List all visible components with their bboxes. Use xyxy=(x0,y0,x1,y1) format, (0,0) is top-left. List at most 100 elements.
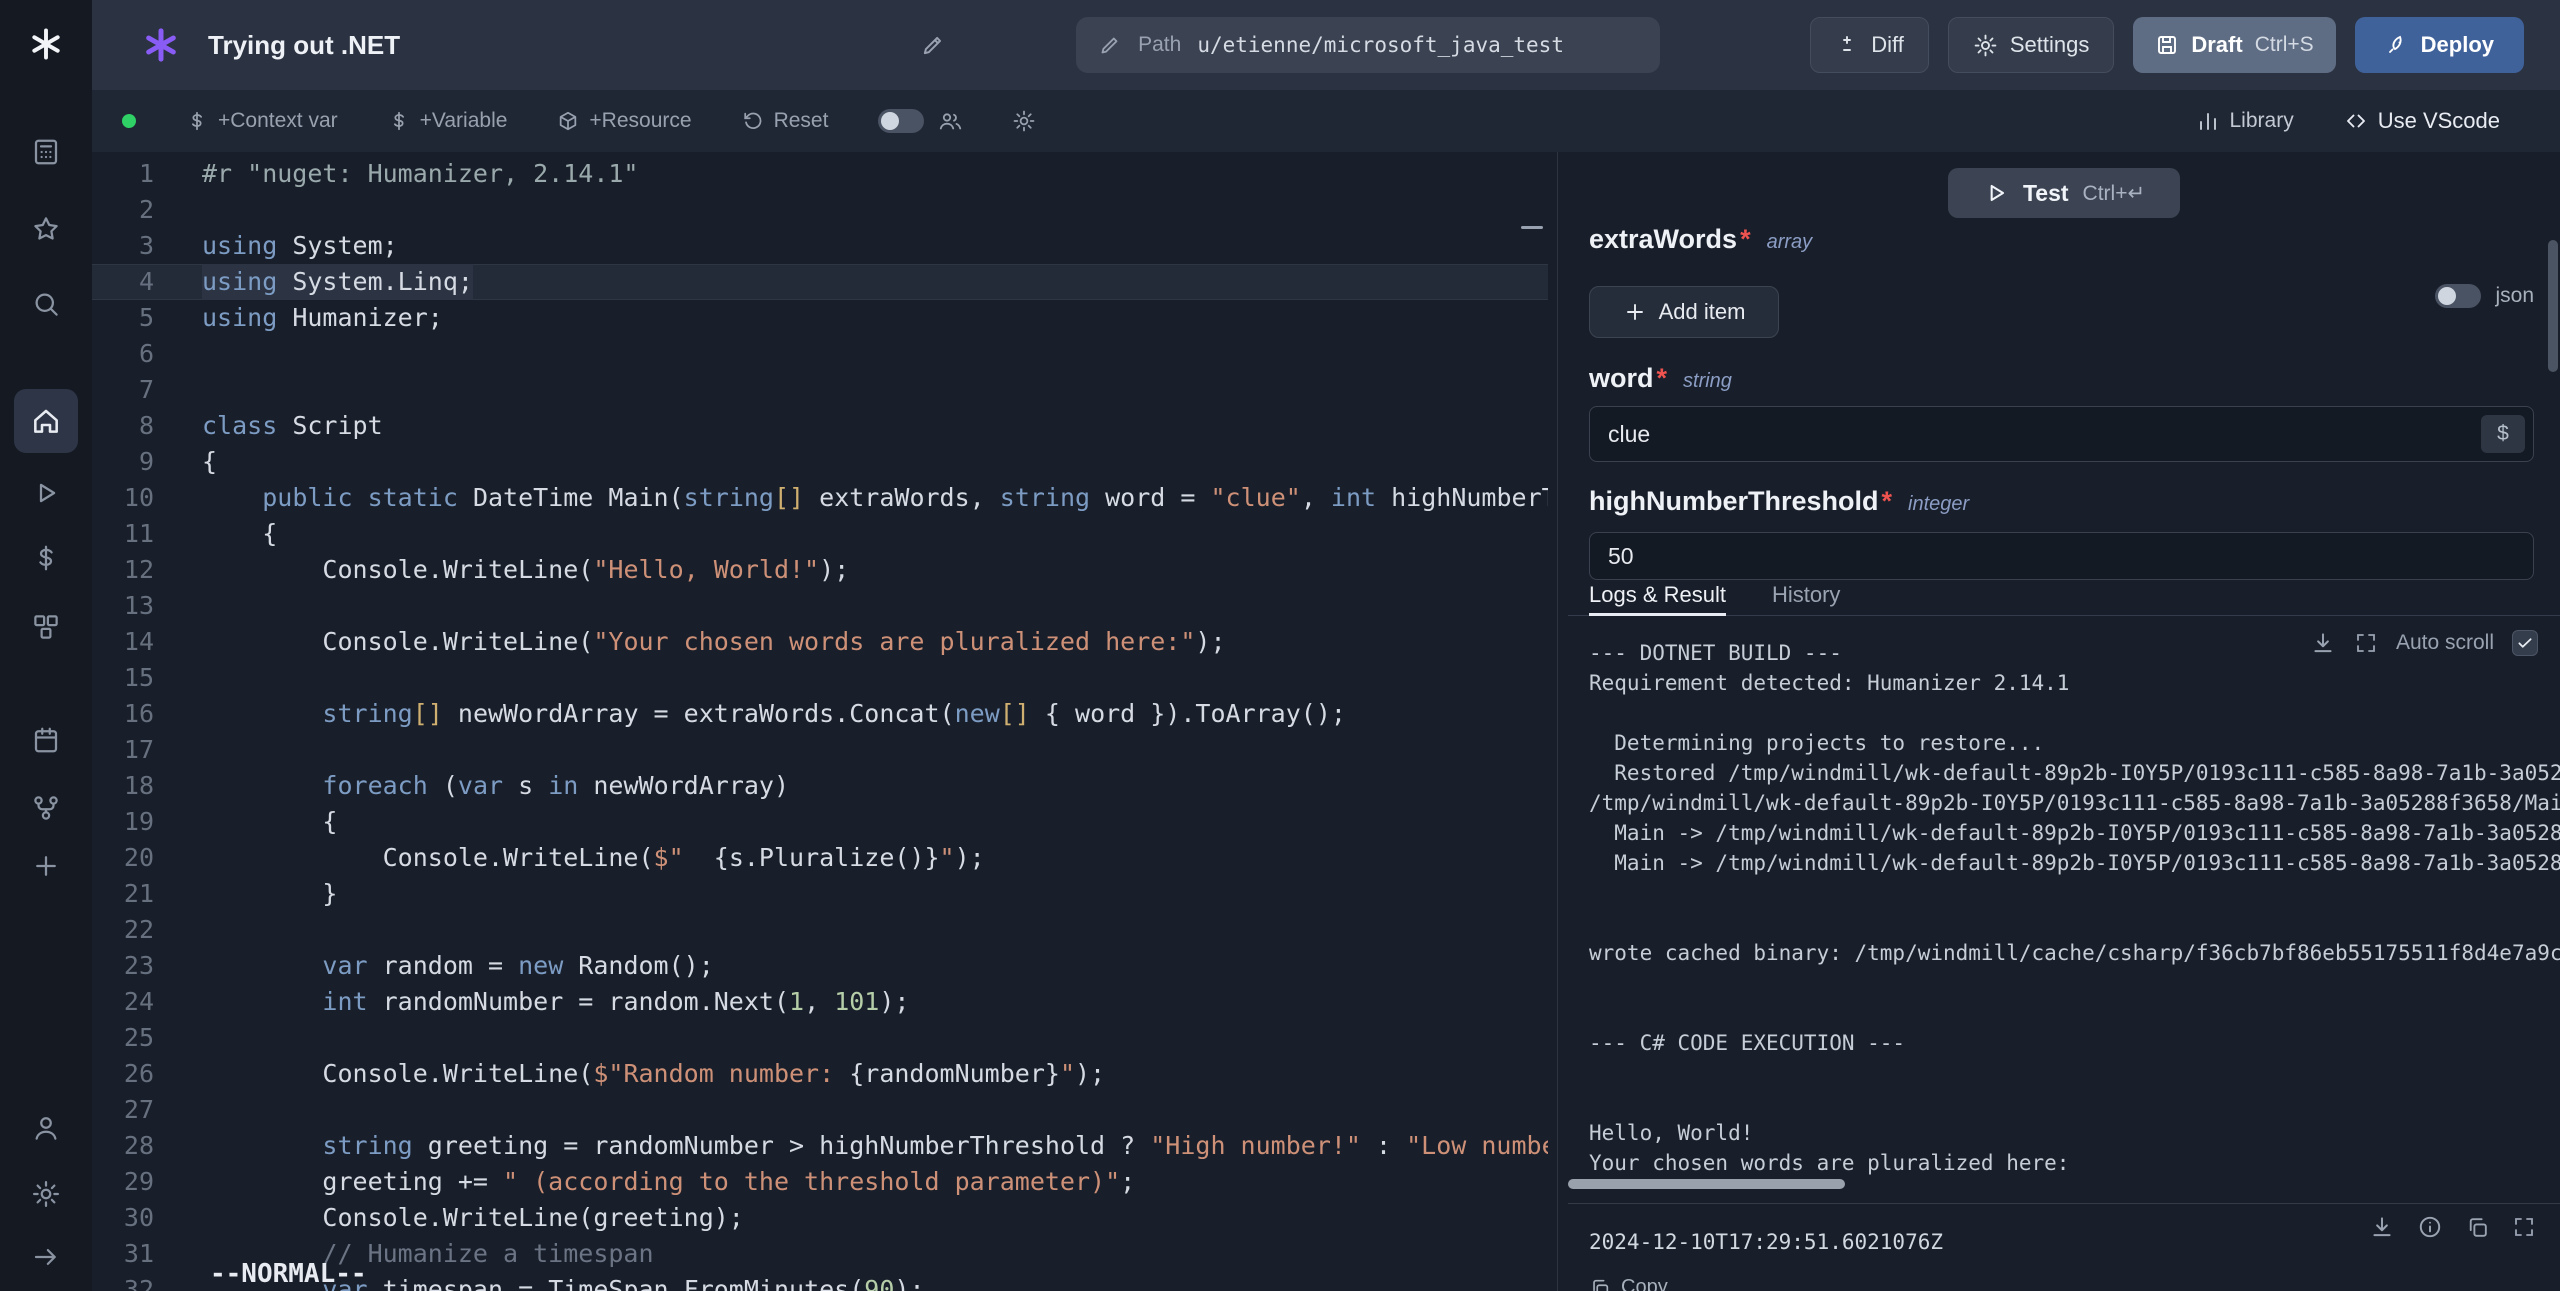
edit-path-pencil-icon[interactable] xyxy=(1098,33,1122,57)
line-number[interactable]: 5 xyxy=(92,300,202,336)
line-number[interactable]: 32 xyxy=(92,1272,202,1291)
line-number[interactable]: 9 xyxy=(92,444,202,480)
download-result-icon[interactable] xyxy=(2369,1214,2395,1240)
code-line[interactable]: 19 { xyxy=(92,804,1548,840)
threshold-input[interactable] xyxy=(1589,532,2534,580)
windmill-logo-icon[interactable] xyxy=(28,26,64,62)
code-line[interactable]: 10 public static DateTime Main(string[] … xyxy=(92,480,1548,516)
runs-play-icon[interactable] xyxy=(31,478,61,508)
line-number[interactable]: 27 xyxy=(92,1092,202,1128)
draft-button[interactable]: Draft Ctrl+S xyxy=(2133,17,2335,73)
auto-scroll-checkbox[interactable] xyxy=(2512,630,2538,656)
code-line[interactable]: 3using System; xyxy=(92,228,1548,264)
copy-result-row[interactable]: Copy xyxy=(1589,1276,1668,1291)
line-number[interactable]: 21 xyxy=(92,876,202,912)
deploy-button[interactable]: Deploy xyxy=(2355,17,2524,73)
code-line[interactable]: 23 var random = new Random(); xyxy=(92,948,1548,984)
line-number[interactable]: 23 xyxy=(92,948,202,984)
code-line[interactable]: 5using Humanizer; xyxy=(92,300,1548,336)
code-line[interactable]: 24 int randomNumber = random.Next(1, 101… xyxy=(92,984,1548,1020)
line-number[interactable]: 11 xyxy=(92,516,202,552)
diff-mode-toggle[interactable] xyxy=(878,109,924,133)
line-number[interactable]: 25 xyxy=(92,1020,202,1056)
library-button[interactable]: Library xyxy=(2196,109,2294,133)
panel-splitter[interactable] xyxy=(1548,152,1568,1291)
code-line[interactable]: 29 greeting += " (according to the thres… xyxy=(92,1164,1548,1200)
code-line[interactable]: 13 xyxy=(92,588,1548,624)
add-item-button[interactable]: Add item xyxy=(1589,286,1779,338)
add-variable-button[interactable]: +Variable xyxy=(388,109,508,133)
code-line[interactable]: 11 { xyxy=(92,516,1548,552)
code-line[interactable]: 17 xyxy=(92,732,1548,768)
resources-boxes-icon[interactable] xyxy=(31,612,61,642)
line-number[interactable]: 30 xyxy=(92,1200,202,1236)
code-line[interactable]: 30 Console.WriteLine(greeting); xyxy=(92,1200,1548,1236)
line-number[interactable]: 10 xyxy=(92,480,202,516)
json-toggle[interactable] xyxy=(2435,284,2481,308)
line-number[interactable]: 4 xyxy=(92,264,202,300)
windmill-brand-icon[interactable] xyxy=(138,22,184,68)
line-number[interactable]: 12 xyxy=(92,552,202,588)
line-number[interactable]: 22 xyxy=(92,912,202,948)
path-field[interactable]: Path u/etienne/microsoft_java_test xyxy=(1076,17,1660,73)
code-line[interactable]: 4using System.Linq; xyxy=(92,264,1548,300)
use-vscode-button[interactable]: Use VScode xyxy=(2344,108,2500,134)
line-number[interactable]: 17 xyxy=(92,732,202,768)
code-line[interactable]: 25 xyxy=(92,1020,1548,1056)
code-area[interactable]: 1#r "nuget: Humanizer, 2.14.1"2 3using S… xyxy=(92,152,1548,1291)
code-line[interactable]: 28 string greeting = randomNumber > high… xyxy=(92,1128,1548,1164)
download-logs-icon[interactable] xyxy=(2310,630,2336,656)
line-number[interactable]: 14 xyxy=(92,624,202,660)
settings-button[interactable]: Settings xyxy=(1948,17,2115,73)
edit-title-pencil-icon[interactable] xyxy=(920,32,946,58)
reset-button[interactable]: Reset xyxy=(742,109,829,133)
test-button[interactable]: Test Ctrl+↵ xyxy=(1948,168,2180,218)
code-line[interactable]: 6 xyxy=(92,336,1548,372)
logs-horizontal-scrollbar[interactable] xyxy=(1568,1179,1845,1189)
code-line[interactable]: 18 foreach (var s in newWordArray) xyxy=(92,768,1548,804)
copy-icon[interactable] xyxy=(2465,1214,2490,1240)
code-line[interactable]: 26 Console.WriteLine($"Random number: {r… xyxy=(92,1056,1548,1092)
add-resource-button[interactable]: +Resource xyxy=(557,109,691,133)
collaborators-icon[interactable] xyxy=(938,109,962,133)
create-plus-icon[interactable] xyxy=(31,851,61,881)
code-line[interactable]: 14 Console.WriteLine("Your chosen words … xyxy=(92,624,1548,660)
line-number[interactable]: 6 xyxy=(92,336,202,372)
diff-button[interactable]: Diff xyxy=(1810,17,1929,73)
word-input[interactable] xyxy=(1589,406,2534,462)
line-number[interactable]: 7 xyxy=(92,372,202,408)
code-line[interactable]: 21 } xyxy=(92,876,1548,912)
tab-logs-result[interactable]: Logs & Result xyxy=(1589,580,1726,616)
code-line[interactable]: 2 xyxy=(92,192,1548,228)
page-title[interactable]: Trying out .NET xyxy=(208,30,400,61)
tab-history[interactable]: History xyxy=(1772,580,1840,616)
info-icon[interactable] xyxy=(2417,1214,2443,1240)
variables-dollar-icon[interactable] xyxy=(31,543,61,573)
schedules-calendar-icon[interactable] xyxy=(31,725,61,755)
favorites-star-icon[interactable] xyxy=(31,214,61,244)
insert-variable-button[interactable]: $ xyxy=(2481,415,2525,453)
line-number[interactable]: 3 xyxy=(92,228,202,264)
collapse-arrow-icon[interactable] xyxy=(31,1242,61,1272)
panel-vertical-scrollbar[interactable] xyxy=(2548,240,2558,372)
sidebar-item-home[interactable] xyxy=(14,389,78,453)
line-number[interactable]: 13 xyxy=(92,588,202,624)
code-line[interactable]: 8class Script xyxy=(92,408,1548,444)
line-number[interactable]: 16 xyxy=(92,696,202,732)
code-line[interactable]: 16 string[] newWordArray = extraWords.Co… xyxy=(92,696,1548,732)
line-number[interactable]: 29 xyxy=(92,1164,202,1200)
line-number[interactable]: 24 xyxy=(92,984,202,1020)
expand-logs-icon[interactable] xyxy=(2354,631,2378,655)
line-number[interactable]: 31 xyxy=(92,1236,202,1272)
path-value[interactable]: u/etienne/microsoft_java_test xyxy=(1197,33,1564,57)
code-line[interactable]: 15 xyxy=(92,660,1548,696)
expand-result-icon[interactable] xyxy=(2512,1214,2536,1240)
code-editor[interactable]: 1#r "nuget: Humanizer, 2.14.1"2 3using S… xyxy=(92,152,1548,1291)
code-line[interactable]: 7 xyxy=(92,372,1548,408)
line-number[interactable]: 1 xyxy=(92,156,202,192)
line-number[interactable]: 26 xyxy=(92,1056,202,1092)
search-icon[interactable] xyxy=(31,289,61,319)
code-line[interactable]: 1#r "nuget: Humanizer, 2.14.1" xyxy=(92,156,1548,192)
add-context-var-button[interactable]: +Context var xyxy=(186,109,338,133)
code-line[interactable]: 12 Console.WriteLine("Hello, World!"); xyxy=(92,552,1548,588)
